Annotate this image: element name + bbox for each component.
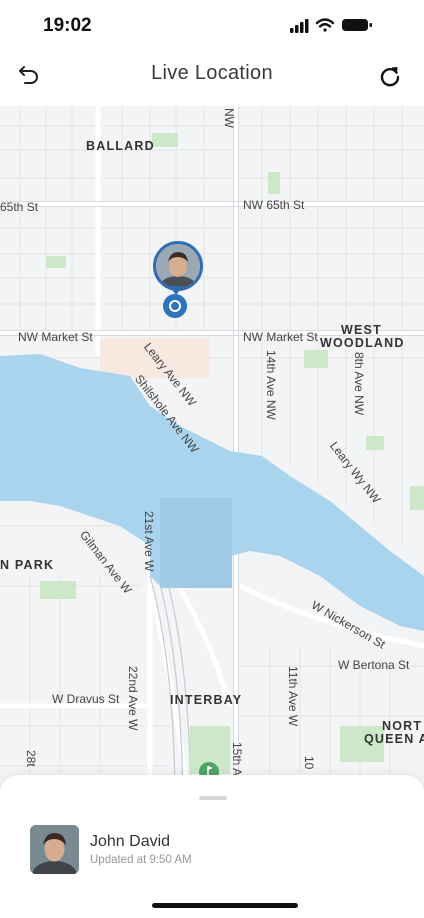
map-label-park: N PARK xyxy=(0,558,55,572)
signal-icon xyxy=(290,19,309,33)
map-label-65th-right: NW 65th St xyxy=(243,198,305,212)
map-label-22nd-ave: 22nd Ave W xyxy=(126,666,140,731)
bottom-sheet: John David Updated at 9:50 AM xyxy=(0,775,424,918)
status-time: 19:02 xyxy=(43,15,92,36)
map-label-interbay: INTERBAY xyxy=(170,693,243,707)
map-label-woodland: WOODLAND xyxy=(320,336,405,350)
map-label-21st-ave: 21st Ave W xyxy=(142,511,156,572)
map-label-14th-ave: 14th Ave NW xyxy=(264,350,278,420)
last-updated-text: Updated at 9:50 AM xyxy=(90,854,192,866)
map-label-15th-ave: 15th A xyxy=(230,742,244,777)
map-label-west: WEST xyxy=(341,323,382,337)
contact-avatar xyxy=(30,825,79,874)
map-label-market-left: NW Market St xyxy=(18,330,93,344)
map-view[interactable]: BALLARD 65th St NW 65th St NW Market St … xyxy=(0,106,424,806)
map-label-10th-ave: 10 xyxy=(302,756,316,770)
user-avatar-marker[interactable] xyxy=(151,239,203,297)
sheet-handle[interactable] xyxy=(199,796,227,800)
battery-icon xyxy=(342,19,372,31)
app-header: Live Location xyxy=(0,50,424,106)
map-label-11th-ave: 11th Ave W xyxy=(286,666,300,727)
map-label-queen-anne: QUEEN AN xyxy=(364,732,424,746)
map-label-28th-ave: 28t xyxy=(24,750,38,767)
status-bar: 19:02 xyxy=(0,0,424,50)
wifi-icon xyxy=(315,18,335,32)
map-label-65th-left: 65th St xyxy=(0,200,39,214)
map-label-ballard: BALLARD xyxy=(86,139,155,153)
page-title: Live Location xyxy=(151,62,273,84)
refresh-icon[interactable] xyxy=(378,64,402,88)
status-icons xyxy=(290,18,372,33)
map-label-bertona: W Bertona St xyxy=(338,658,410,672)
avatar xyxy=(153,241,203,291)
map-label-north: NORT xyxy=(382,719,423,733)
map-label-nw-vertical: NW xyxy=(222,108,236,128)
home-indicator xyxy=(152,903,298,908)
map-label-8th-ave: 8th Ave NW xyxy=(352,352,366,416)
map-label-market-right: NW Market St xyxy=(243,330,318,344)
current-location-dot xyxy=(164,295,186,317)
contact-name: John David xyxy=(90,833,171,850)
map-label-dravus: W Dravus St xyxy=(52,692,120,706)
